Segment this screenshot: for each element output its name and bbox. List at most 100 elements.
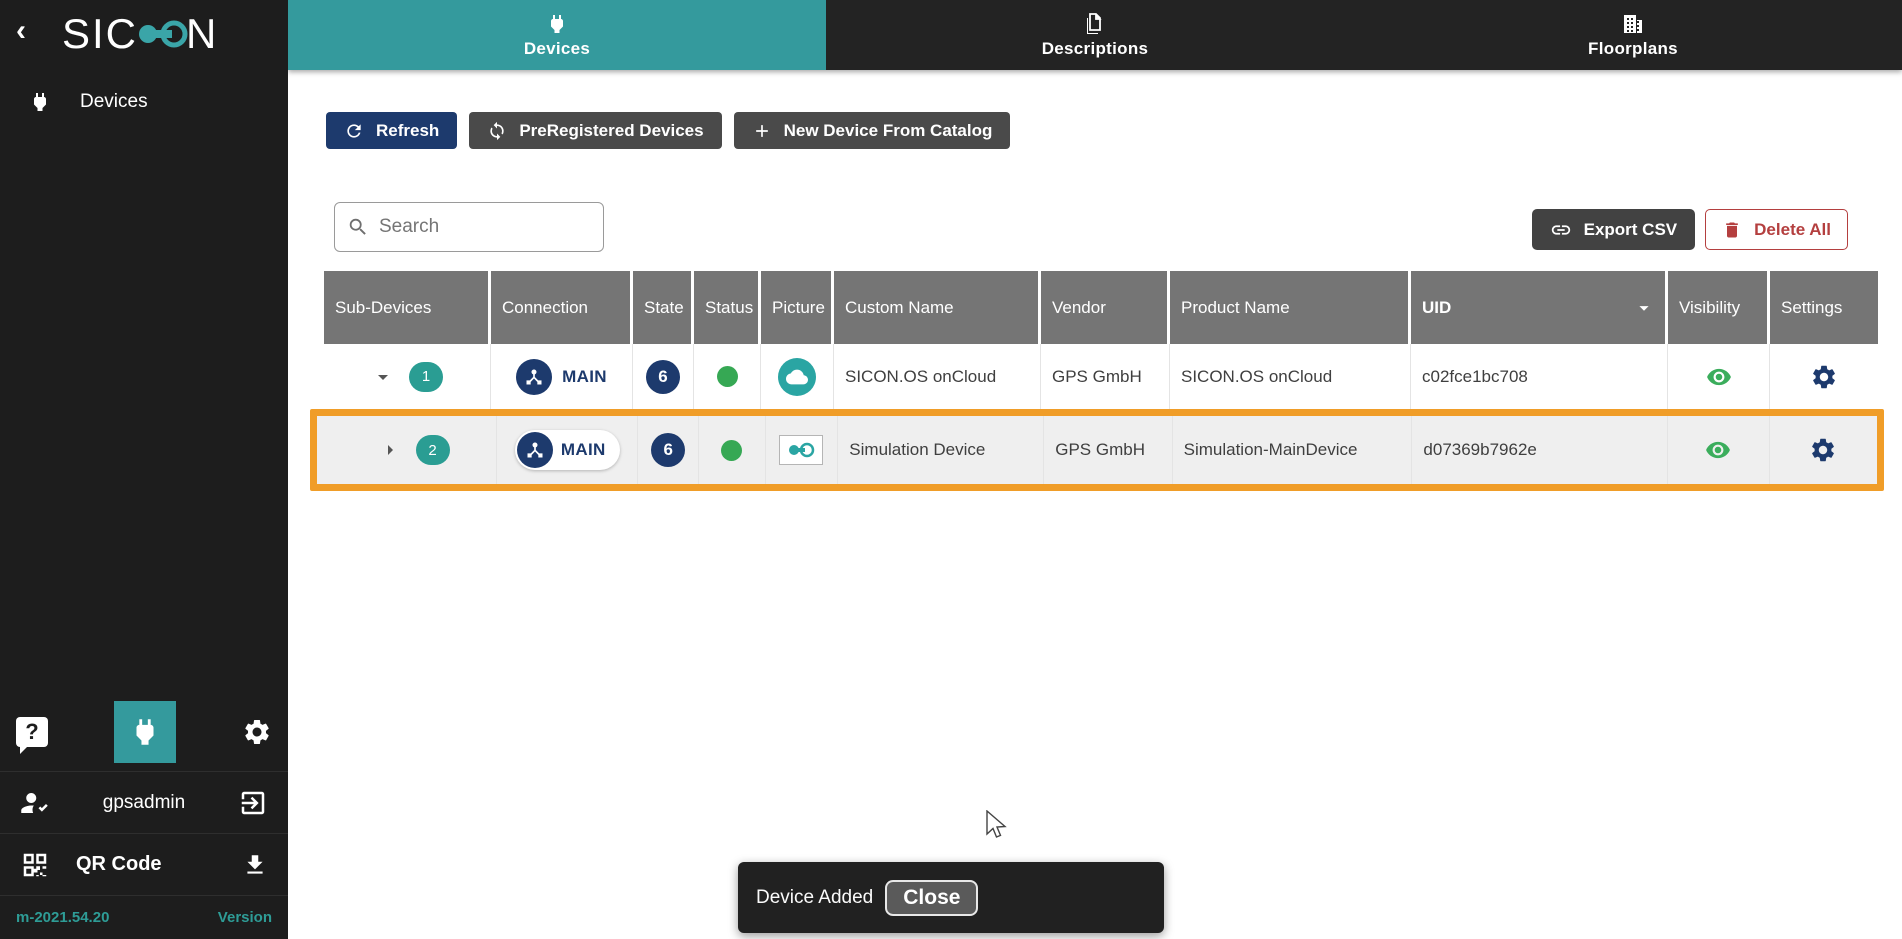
- selected-row-highlight: 2 MAIN 6: [310, 409, 1884, 491]
- device-hub-icon: [517, 432, 553, 468]
- col-status[interactable]: Status: [694, 271, 761, 344]
- chevron-right-icon[interactable]: [378, 438, 402, 462]
- sidebar-item-label: Devices: [80, 91, 148, 113]
- status-dot-green: [721, 440, 742, 461]
- help-icon[interactable]: ?: [16, 717, 48, 747]
- col-settings[interactable]: Settings: [1770, 271, 1878, 344]
- visibility-eye-icon[interactable]: [1705, 437, 1731, 463]
- col-uid[interactable]: UID: [1411, 271, 1668, 344]
- logo-infinity-icon: [136, 17, 188, 51]
- logout-icon[interactable]: [238, 788, 268, 818]
- custom-name-cell: SICON.OS onCloud: [834, 344, 1041, 409]
- plus-icon: [752, 121, 772, 141]
- col-custom-name[interactable]: Custom Name: [834, 271, 1041, 344]
- search-box: [334, 202, 604, 252]
- tab-descriptions[interactable]: Descriptions: [826, 0, 1364, 70]
- product-name-cell: Simulation-MainDevice: [1173, 416, 1413, 484]
- user-check-icon: [20, 788, 50, 818]
- tab-descriptions-label: Descriptions: [1042, 39, 1149, 59]
- custom-name-cell: Simulation Device: [838, 416, 1044, 484]
- sicon-logo: SIC N: [62, 10, 218, 58]
- export-csv-label: Export CSV: [1584, 220, 1678, 240]
- sort-arrow-icon[interactable]: [1633, 297, 1655, 319]
- sub-devices-badge[interactable]: 2: [416, 435, 450, 465]
- col-picture[interactable]: Picture: [761, 271, 834, 344]
- version-row: m-2021.54.20 Version: [0, 895, 288, 939]
- state-badge: 6: [646, 360, 680, 394]
- plug-icon: [128, 715, 162, 749]
- tab-devices[interactable]: Devices: [288, 0, 826, 70]
- sub-devices-badge[interactable]: 1: [409, 362, 443, 392]
- refresh-button[interactable]: Refresh: [326, 112, 457, 149]
- settings-gear-icon[interactable]: [1810, 363, 1838, 391]
- download-icon[interactable]: [242, 852, 268, 878]
- status-dot-green: [717, 366, 738, 387]
- link-icon: [1550, 219, 1572, 241]
- connection-label: MAIN: [562, 367, 607, 387]
- plug-icon: [28, 90, 52, 114]
- documents-icon: [1083, 12, 1107, 36]
- version-label: Version: [218, 909, 272, 926]
- new-device-from-catalog-button[interactable]: New Device From Catalog: [734, 112, 1011, 149]
- version-value: m-2021.54.20: [16, 909, 109, 926]
- main-content: Refresh PreRegistered Devices New Device…: [288, 70, 1902, 939]
- plug-icon: [545, 12, 569, 36]
- toast-message: Device Added: [756, 887, 873, 909]
- qr-code-label[interactable]: QR Code: [50, 853, 242, 876]
- col-connection[interactable]: Connection: [491, 271, 633, 344]
- state-badge: 6: [651, 433, 685, 467]
- refresh-icon: [344, 121, 364, 141]
- search-input[interactable]: [379, 216, 579, 238]
- col-vendor[interactable]: Vendor: [1041, 271, 1170, 344]
- trash-icon: [1722, 220, 1742, 240]
- sidebar-devices-active-button[interactable]: [114, 701, 176, 763]
- table-row-2[interactable]: 2 MAIN 6: [331, 416, 1877, 484]
- tab-floorplans[interactable]: Floorplans: [1364, 0, 1902, 70]
- sidebar-collapse-button[interactable]: ‹: [16, 16, 26, 46]
- delete-all-button[interactable]: Delete All: [1705, 209, 1848, 250]
- col-visibility[interactable]: Visibility: [1668, 271, 1770, 344]
- preregistered-label: PreRegistered Devices: [519, 121, 703, 141]
- tab-devices-label: Devices: [524, 39, 590, 59]
- col-sub-devices[interactable]: Sub-Devices: [324, 271, 491, 344]
- tab-floorplans-label: Floorplans: [1588, 39, 1678, 59]
- preregistered-devices-button[interactable]: PreRegistered Devices: [469, 112, 721, 149]
- col-state[interactable]: State: [633, 271, 694, 344]
- vendor-cell: GPS GmbH: [1041, 344, 1170, 409]
- top-tab-bar: Devices Descriptions Floorplans: [288, 0, 1902, 70]
- building-icon: [1621, 12, 1645, 36]
- chevron-down-icon[interactable]: [371, 365, 395, 389]
- device-picture-logo: [779, 435, 823, 465]
- delete-all-label: Delete All: [1754, 220, 1831, 240]
- connection-pill: MAIN: [515, 430, 620, 470]
- new-device-label: New Device From Catalog: [784, 121, 993, 141]
- logo-text-left: SIC: [62, 10, 138, 58]
- logo-text-right: N: [186, 10, 218, 58]
- table-header: Sub-Devices Connection State Status Pict…: [324, 271, 1878, 344]
- qr-row: QR Code: [0, 833, 288, 895]
- device-hub-icon: [516, 359, 552, 395]
- username-label: gpsadmin: [50, 792, 238, 814]
- toast-notification: Device Added Close: [738, 862, 1164, 933]
- export-csv-button[interactable]: Export CSV: [1532, 209, 1696, 250]
- uid-cell: d07369b7962e: [1412, 416, 1668, 484]
- sidebar: ‹ SIC N Devices ?: [0, 0, 288, 939]
- col-uid-label: UID: [1422, 298, 1451, 318]
- devices-table: Sub-Devices Connection State Status Pict…: [324, 271, 1878, 410]
- product-name-cell: SICON.OS onCloud: [1170, 344, 1411, 409]
- device-picture-cloud: [778, 358, 816, 396]
- sidebar-item-devices[interactable]: Devices: [0, 72, 288, 132]
- user-row: gpsadmin: [0, 771, 288, 833]
- col-product-name[interactable]: Product Name: [1170, 271, 1411, 344]
- settings-gear-icon[interactable]: [1809, 436, 1837, 464]
- mouse-cursor: [985, 810, 1011, 842]
- search-icon: [347, 216, 369, 238]
- table-row-1[interactable]: 1 MAIN 6 SICON.OS onCloud GPS GmbH SICON…: [324, 344, 1878, 410]
- toast-close-button[interactable]: Close: [885, 880, 978, 916]
- uid-cell: c02fce1bc708: [1411, 344, 1668, 409]
- visibility-eye-icon[interactable]: [1706, 364, 1732, 390]
- qr-code-icon: [20, 850, 50, 880]
- gear-icon[interactable]: [242, 717, 272, 747]
- refresh-label: Refresh: [376, 121, 439, 141]
- vendor-cell: GPS GmbH: [1044, 416, 1172, 484]
